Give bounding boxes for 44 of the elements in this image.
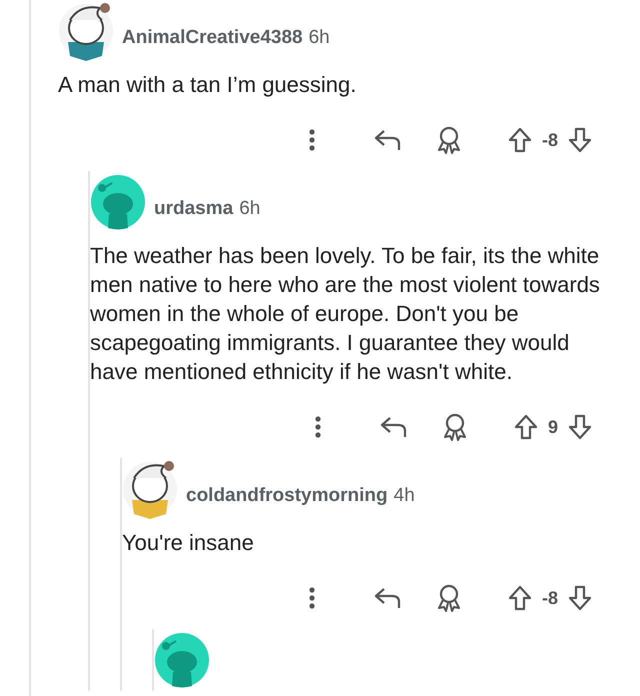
upvote-icon [508, 127, 532, 153]
downvote-button[interactable] [568, 127, 592, 153]
reply-icon [374, 129, 402, 151]
downvote-icon [568, 127, 592, 153]
comment-text: The weather has been lovely. To be fair, its the white men native to here who are the most violent towards women in the whole of europe. Don't you be scapegoating immigrants. I guarantee they would have mentioned ethnicity if he wasn't white. [90, 242, 601, 386]
more-options-icon [308, 128, 316, 152]
vote-score: -8 [542, 128, 558, 152]
award-icon [442, 413, 468, 441]
downvote-button[interactable] [568, 414, 592, 440]
timestamp: 6h [308, 26, 330, 50]
more-button[interactable] [314, 415, 322, 439]
avatar-icon[interactable] [58, 0, 114, 62]
award-icon [436, 584, 462, 612]
more-options-icon [308, 586, 316, 610]
downvote-icon [568, 414, 592, 440]
upvote-button[interactable] [508, 127, 532, 153]
avatar-icon[interactable] [122, 458, 178, 520]
downvote-button[interactable] [568, 585, 592, 611]
more-button[interactable] [308, 128, 316, 152]
upvote-icon [514, 414, 538, 440]
upvote-button[interactable] [514, 414, 538, 440]
award-button[interactable] [442, 413, 468, 441]
vote-score: -8 [542, 586, 558, 610]
timestamp: 6h [239, 196, 260, 220]
reply-icon [380, 416, 408, 438]
username[interactable]: urdasma [154, 194, 234, 223]
upvote-button[interactable] [508, 585, 532, 611]
username[interactable]: AnimalCreative4388 [122, 24, 303, 52]
more-button[interactable] [308, 586, 316, 610]
vote-score: 9 [548, 416, 558, 438]
award-button[interactable] [436, 584, 462, 612]
upvote-icon [508, 585, 532, 611]
comment-text: A man with a tan I’m guessing. [58, 71, 358, 99]
timestamp: 4h [394, 484, 415, 508]
reply-button[interactable] [380, 416, 408, 438]
comment-text: You're insane [122, 529, 255, 557]
reply-button[interactable] [374, 129, 402, 151]
downvote-icon [568, 585, 592, 611]
award-icon [436, 126, 462, 154]
award-button[interactable] [436, 126, 462, 154]
reply-icon [374, 587, 402, 609]
reply-button[interactable] [374, 587, 402, 609]
more-options-icon [314, 415, 322, 439]
username[interactable]: coldandfrostymorning [186, 482, 388, 510]
